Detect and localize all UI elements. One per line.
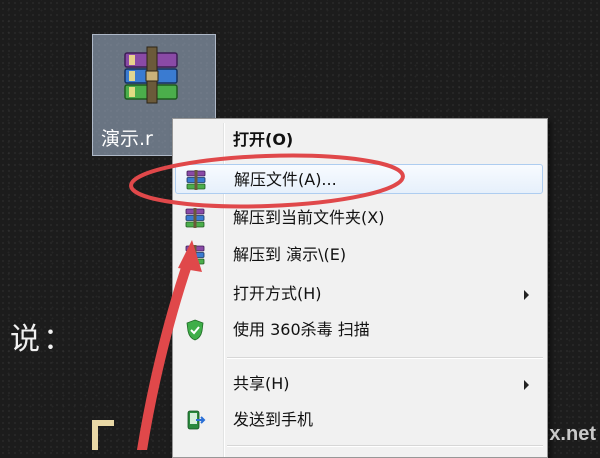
menu-item-extract-to-folder[interactable]: 解压到 演示\(E)	[175, 240, 543, 270]
menu-separator	[227, 445, 543, 447]
desktop-background-text: 说：	[10, 322, 76, 357]
menu-item-label: 解压到当前文件夹(X)	[233, 208, 385, 227]
menu-item-extract-files[interactable]: 解压文件(A)...	[175, 164, 543, 194]
menu-item-extract-here[interactable]: 解压到当前文件夹(X)	[175, 203, 543, 233]
menu-item-label: 打开(O)	[233, 130, 294, 149]
submenu-arrow-icon	[524, 380, 529, 390]
menu-item-send-to-phone[interactable]: 发送到手机	[175, 405, 543, 435]
context-menu: 打开(O) 解压文件(A)... 解压到当前文件夹(X) 解压到 演示\(E) …	[172, 118, 548, 458]
menu-item-label: 发送到手机	[233, 410, 314, 429]
360-shield-icon	[186, 319, 204, 341]
send-to-phone-icon	[187, 410, 206, 430]
winrar-books-icon	[186, 170, 206, 190]
winrar-archive-icon	[124, 46, 178, 104]
menu-item-open-with[interactable]: 打开方式(H)	[175, 279, 543, 309]
menu-separator	[227, 357, 543, 359]
desktop-background-shape	[92, 420, 114, 450]
menu-item-label: 共享(H)	[233, 374, 290, 393]
menu-item-label: 解压文件(A)...	[234, 170, 337, 189]
submenu-arrow-icon	[524, 290, 529, 300]
winrar-books-icon	[185, 208, 205, 228]
winrar-books-icon	[185, 245, 205, 265]
menu-item-open[interactable]: 打开(O)	[175, 125, 543, 155]
menu-item-label: 解压到 演示\(E)	[233, 245, 347, 264]
menu-item-360-scan[interactable]: 使用 360杀毒 扫描	[175, 315, 543, 345]
menu-item-label: 打开方式(H)	[233, 284, 322, 303]
menu-item-label: 使用 360杀毒 扫描	[233, 320, 370, 339]
menu-item-share[interactable]: 共享(H)	[175, 369, 543, 399]
watermark-text: x.net	[549, 423, 596, 445]
